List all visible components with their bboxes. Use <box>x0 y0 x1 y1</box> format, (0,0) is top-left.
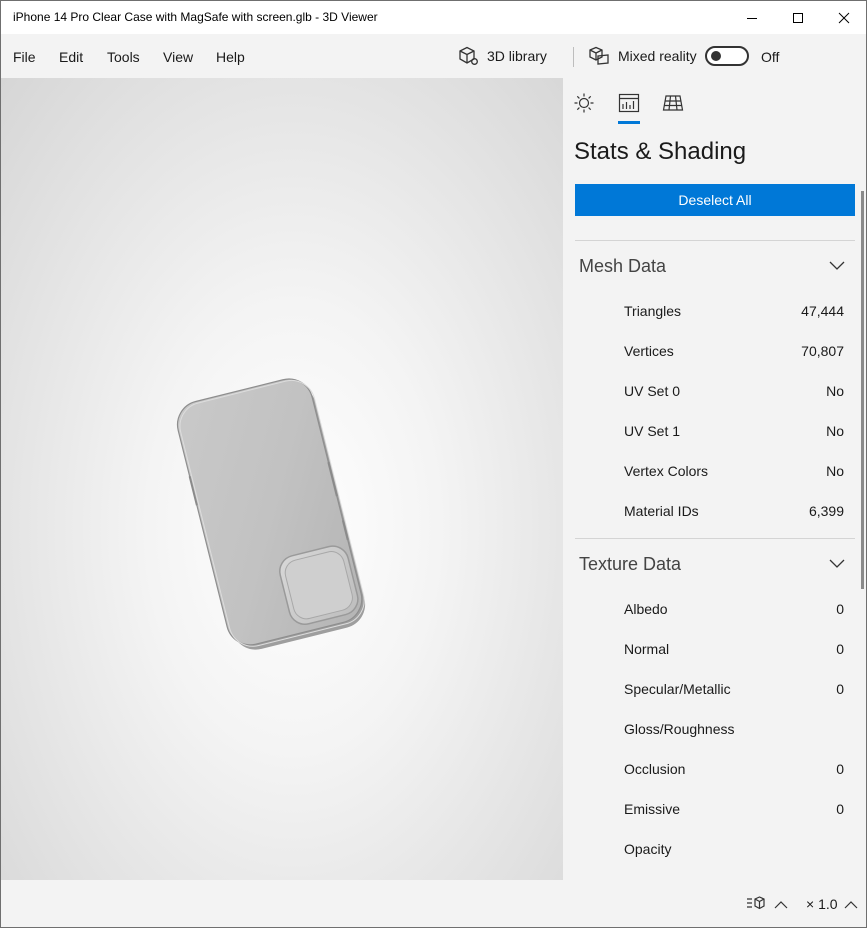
zoom-expand[interactable] <box>844 897 858 913</box>
tab-lighting[interactable] <box>572 92 596 114</box>
stat-value: 0 <box>836 601 844 617</box>
stat-label: Material IDs <box>624 503 699 519</box>
3d-library-button[interactable]: 3D library <box>457 44 547 68</box>
stat-label: UV Set 0 <box>624 383 681 399</box>
maximize-icon <box>793 12 803 23</box>
model-list-button[interactable] <box>746 895 766 914</box>
sun-icon <box>574 93 594 113</box>
texture-data-heading[interactable]: Texture Data <box>579 554 681 575</box>
mesh-data-heading[interactable]: Mesh Data <box>579 256 666 277</box>
mesh-row-triangles: Triangles 47,444 <box>624 303 844 323</box>
panel-scrollbar[interactable] <box>861 191 864 589</box>
3d-library-label: 3D library <box>487 48 547 64</box>
menu-tools[interactable]: Tools <box>107 49 140 65</box>
mesh-row-uv-set-0: UV Set 0 No <box>624 383 844 403</box>
section-divider <box>575 538 855 539</box>
active-tab-indicator <box>618 121 640 124</box>
stat-label: Occlusion <box>624 761 686 777</box>
cube-icon <box>459 46 478 65</box>
toggle-state-label: Off <box>761 49 780 65</box>
tab-stats[interactable] <box>617 92 641 114</box>
menu-view[interactable]: View <box>163 49 193 65</box>
stat-value: No <box>826 423 844 439</box>
stat-label: Vertices <box>624 343 674 359</box>
section-divider <box>575 240 855 241</box>
mixed-reality-icon <box>589 46 609 65</box>
stats-shading-panel: Stats & Shading Deselect All Mesh Data T… <box>563 78 866 880</box>
chevron-down-icon <box>829 559 845 568</box>
zoom-level[interactable]: × 1.0 <box>806 896 838 912</box>
model-hierarchy-icon <box>747 896 765 910</box>
stat-value: 0 <box>836 681 844 697</box>
mesh-row-vertex-colors: Vertex Colors No <box>624 463 844 483</box>
stat-label: Triangles <box>624 303 682 319</box>
stat-value: 6,399 <box>808 503 844 519</box>
minimize-icon <box>747 17 757 19</box>
status-bar: × 1.0 <box>1 880 866 927</box>
stat-label: Normal <box>624 641 670 657</box>
minimize-button[interactable] <box>729 1 775 34</box>
mixed-reality-toggle[interactable] <box>705 46 749 66</box>
close-icon <box>838 12 850 23</box>
chevron-up-icon <box>774 901 788 909</box>
grid-icon <box>662 95 684 111</box>
maximize-button[interactable] <box>775 1 821 34</box>
mesh-data-collapse[interactable] <box>829 258 845 276</box>
stat-label: Vertex Colors <box>624 463 709 479</box>
3d-viewport[interactable] <box>1 78 563 880</box>
stat-label: Emissive <box>624 801 681 817</box>
deselect-all-button[interactable]: Deselect All <box>575 184 855 216</box>
stat-value: 0 <box>836 801 844 817</box>
stat-value: No <box>826 463 844 479</box>
panel-title: Stats & Shading <box>574 138 747 165</box>
toolbar-separator <box>573 47 574 67</box>
stat-value: No <box>826 383 844 399</box>
texture-row-occlusion: Occlusion 0 <box>624 761 844 781</box>
close-button[interactable] <box>821 1 867 34</box>
stat-label: Albedo <box>624 601 668 617</box>
texture-row-specular-metallic: Specular/Metallic 0 <box>624 681 844 701</box>
texture-row-normal: Normal 0 <box>624 641 844 661</box>
mesh-row-uv-set-1: UV Set 1 No <box>624 423 844 443</box>
texture-row-emissive: Emissive 0 <box>624 801 844 821</box>
stat-value: 47,444 <box>801 303 844 319</box>
texture-row-albedo: Albedo 0 <box>624 601 844 621</box>
stats-chart-icon <box>618 93 640 113</box>
stat-value: 0 <box>836 641 844 657</box>
stat-label: Specular/Metallic <box>624 681 731 697</box>
stat-value: 0 <box>836 761 844 777</box>
stat-label: Gloss/Roughness <box>624 721 735 737</box>
tab-grid[interactable] <box>661 92 685 114</box>
title-bar: iPhone 14 Pro Clear Case with MagSafe wi… <box>1 1 866 34</box>
mixed-reality-label: Mixed reality <box>618 48 697 64</box>
mixed-reality-button[interactable]: Mixed reality <box>588 44 697 68</box>
texture-data-collapse[interactable] <box>829 556 845 574</box>
stat-label: Opacity <box>624 841 672 857</box>
stat-label: UV Set 1 <box>624 423 681 439</box>
texture-row-opacity: Opacity <box>624 841 844 861</box>
texture-row-gloss-roughness: Gloss/Roughness <box>624 721 844 741</box>
phone-case-model <box>176 378 366 650</box>
toggle-knob <box>711 51 721 61</box>
mesh-row-vertices: Vertices 70,807 <box>624 343 844 363</box>
chevron-up-icon <box>844 901 858 909</box>
stat-value: 70,807 <box>801 343 844 359</box>
chevron-down-icon <box>829 261 845 270</box>
menu-file[interactable]: File <box>13 49 36 65</box>
menu-edit[interactable]: Edit <box>59 49 83 65</box>
model-list-expand[interactable] <box>774 897 788 913</box>
window-title: iPhone 14 Pro Clear Case with MagSafe wi… <box>13 10 378 24</box>
mesh-row-material-ids: Material IDs 6,399 <box>624 503 844 523</box>
menu-help[interactable]: Help <box>216 49 245 65</box>
